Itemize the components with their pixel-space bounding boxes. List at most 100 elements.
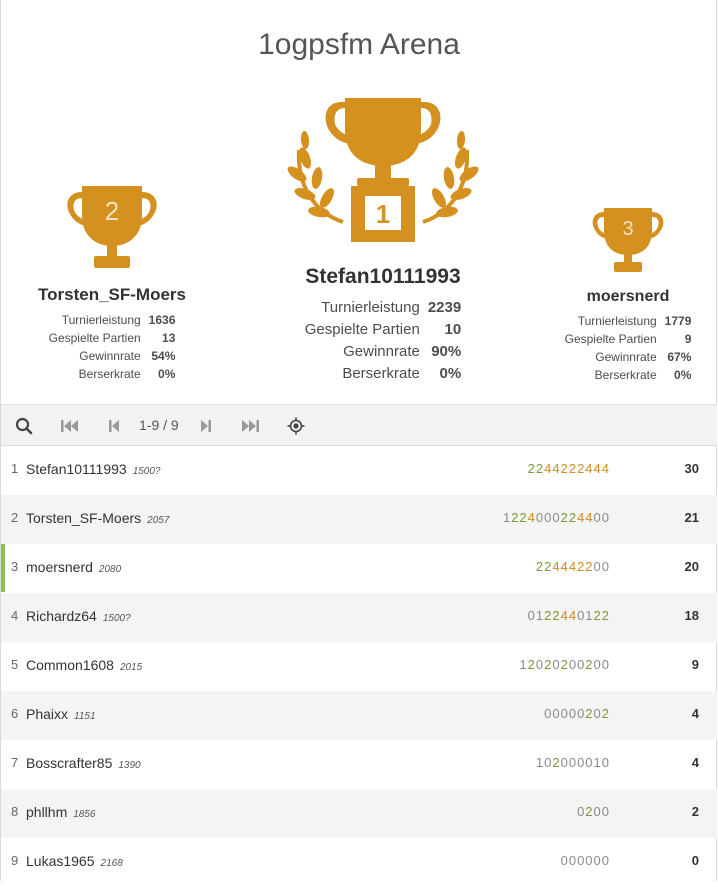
player-name[interactable]: Bosscrafter85 (26, 755, 112, 771)
player-link[interactable]: Common1608 2015 (26, 642, 142, 691)
stat-value: 0% (158, 367, 176, 381)
stat-value: 13 (162, 331, 176, 345)
podium-first-name[interactable]: Stefan10111993 (278, 265, 488, 289)
score-digit: 4 (585, 461, 594, 476)
standings-table: 1 Stefan10111993 1500? 2244222444 30 2 To… (1, 446, 717, 887)
podium-third-name[interactable]: moersnerd (538, 288, 718, 306)
score-sheet: 0122440122 (528, 593, 610, 639)
score-digit: 2 (585, 706, 594, 721)
rank: 5 (11, 657, 19, 672)
next-page-button[interactable] (195, 405, 217, 446)
player-link[interactable]: Torsten_SF-Moers 2057 (26, 495, 169, 544)
score-digit: 1 (502, 510, 512, 525)
score-digit: 0 (560, 755, 569, 770)
stat-label: Gespielte Partien (564, 332, 657, 346)
trophy-laurel-icon: 1 (287, 98, 479, 242)
player-name[interactable]: moersnerd (26, 559, 93, 575)
stat-value: 9 (684, 332, 692, 346)
player-link[interactable]: Lukas1965 2168 (26, 838, 123, 887)
stat-label: Turnierleistung (321, 299, 420, 316)
stat-label: Turnierleistung (61, 313, 141, 327)
player-name[interactable]: Lukas1965 (26, 853, 95, 869)
score-digit: 2 (535, 461, 545, 476)
player-link[interactable]: moersnerd 2080 (26, 544, 121, 593)
prev-page-button[interactable] (103, 405, 125, 446)
score-digit: 2 (560, 510, 569, 525)
score-sheet: 00000202 (544, 691, 610, 737)
player-link[interactable]: Bosscrafter85 1390 (26, 740, 141, 789)
player-name[interactable]: phllhm (26, 804, 67, 820)
rank: 1 (11, 461, 19, 476)
score-digit: 0 (601, 559, 610, 574)
next-page-icon (201, 419, 211, 432)
score-digit: 0 (552, 706, 561, 721)
player-link[interactable]: phllhm 1856 (26, 789, 96, 838)
score-digit: 1 (535, 755, 545, 770)
stat-value: 1779 (664, 314, 692, 328)
score-digit: 2 (593, 608, 602, 623)
search-button[interactable] (11, 405, 37, 446)
player-rating: 1390 (118, 760, 141, 771)
podium-first-stats: Turnierleistung 2239 Gespielte Partien 10 … (305, 297, 461, 385)
score-digit: 1 (593, 755, 602, 770)
locate-me-icon (287, 417, 305, 434)
rank: 8 (11, 804, 19, 819)
player-link[interactable]: Richardz64 1500? (26, 593, 131, 642)
player-rating: 2080 (98, 564, 122, 575)
player-name[interactable]: Richardz64 (26, 608, 97, 624)
score-digit: 0 (568, 706, 578, 721)
score-digit: 0 (552, 510, 561, 525)
standing-row[interactable]: 6 Phaixx 1151 00000202 4 (1, 691, 717, 740)
stat-label: Gespielte Partien (48, 331, 141, 345)
total-score: 4 (691, 755, 699, 770)
player-rating: 1500? (132, 466, 161, 477)
first-page-button[interactable] (57, 405, 83, 446)
stat-label: Gewinnrate (343, 343, 420, 360)
score-digit: 0 (601, 804, 610, 819)
total-score: 2 (691, 804, 699, 819)
score-digit: 4 (568, 608, 578, 623)
score-sheet: 0200 (577, 789, 610, 835)
standing-row[interactable]: 9 Lukas1965 2168 000000 0 (1, 838, 717, 887)
player-name[interactable]: Phaixx (26, 706, 68, 722)
standing-row[interactable]: 3 moersnerd 2080 224442200 20 (1, 544, 717, 593)
total-score: 18 (684, 608, 699, 623)
score-digit: 0 (585, 853, 594, 868)
player-name[interactable]: Torsten_SF-Moers (26, 510, 141, 526)
standing-row[interactable]: 5 Common1608 2015 12020200200 9 (1, 642, 717, 691)
score-digit: 2 (552, 608, 561, 623)
standing-row[interactable]: 7 Bosscrafter85 1390 102000010 4 (1, 740, 717, 789)
stat-label: Gewinnrate (595, 350, 657, 364)
score-digit: 4 (601, 461, 610, 476)
score-digit: 1 (585, 608, 594, 623)
rank: 9 (11, 853, 19, 868)
score-digit: 2 (560, 657, 569, 672)
player-name[interactable]: Common1608 (26, 657, 114, 673)
standing-row[interactable]: 1 Stefan10111993 1500? 2244222444 30 (1, 446, 717, 495)
standing-row[interactable]: 2 Torsten_SF-Moers 2057 1224000224400 21 (1, 495, 717, 544)
stat-value: 2239 (427, 299, 462, 316)
score-digit: 0 (593, 510, 602, 525)
score-digit: 2 (601, 706, 610, 721)
podium-third-rank: 3 (622, 218, 633, 240)
score-digit: 0 (593, 559, 602, 574)
score-digit: 0 (593, 706, 602, 721)
tournament-title: 1ogpsfm Arena (258, 28, 460, 61)
score-digit: 4 (568, 559, 578, 574)
podium-second: 2 Torsten_SF-Moers Turnierleistung 1636 G… (22, 182, 202, 383)
player-name[interactable]: Stefan10111993 (26, 461, 127, 477)
rank: 6 (11, 706, 19, 721)
last-page-button[interactable] (237, 405, 263, 446)
podium-second-name[interactable]: Torsten_SF-Moers (22, 285, 202, 305)
player-link[interactable]: Phaixx 1151 (26, 691, 96, 740)
podium-first: 1 Stefan10111993 Turnierleistung 2239 Ges… (278, 94, 488, 385)
standing-row[interactable]: 4 Richardz64 1500? 0122440122 18 (1, 593, 717, 642)
locate-me-button[interactable] (283, 405, 309, 446)
player-link[interactable]: Stefan10111993 1500? (26, 446, 161, 495)
podium-first-rank: 1 (376, 199, 390, 229)
score-sheet: 000000 (561, 838, 610, 884)
player-rating: 1151 (74, 711, 96, 722)
standing-row[interactable]: 8 phllhm 1856 0200 2 (1, 789, 717, 838)
score-digit: 2 (585, 559, 594, 574)
rank: 3 (11, 559, 19, 574)
